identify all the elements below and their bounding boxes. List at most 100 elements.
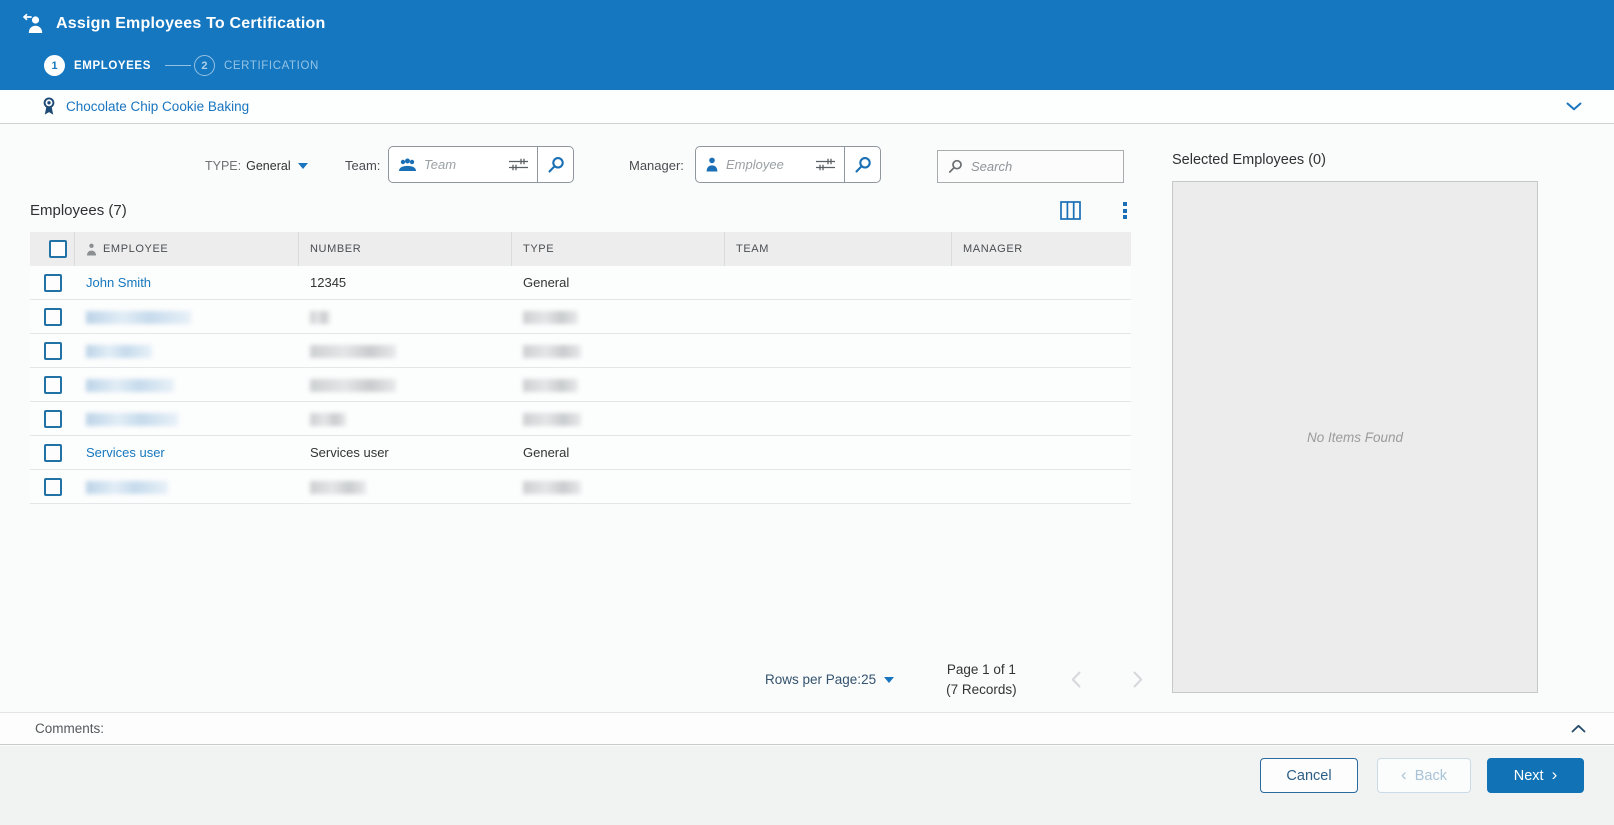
redacted-cell [310,311,330,325]
certification-bar: Chocolate Chip Cookie Baking [0,90,1614,124]
empty-state-text: No Items Found [1306,429,1404,445]
employees-count-title: Employees (7) [30,202,127,219]
employee-link[interactable]: John Smith [86,275,151,290]
caret-down-icon [297,163,308,169]
assign-person-icon [21,13,45,34]
cancel-button[interactable]: Cancel [1260,758,1358,793]
row-checkbox[interactable] [43,375,62,394]
filter-options-icon[interactable] [815,156,836,173]
table-row [30,402,1131,436]
title-bar: Assign Employees To Certification 1 EMPL… [0,0,1614,90]
step-1-circle: 1 [44,55,65,76]
pagination: Rows per Page:25 Page 1 of 1 (7 Records) [765,660,1153,699]
row-checkbox[interactable] [43,341,62,360]
selected-employees-panel: No Items Found [1172,181,1538,693]
search-icon [948,159,963,174]
row-checkbox[interactable] [43,273,62,292]
column-header-number[interactable]: NUMBER [299,232,512,266]
redacted-cell [310,379,396,393]
rows-per-page-label: Rows per Page: [765,672,862,688]
comments-label: Comments: [35,721,105,736]
number-cell: Services user [310,445,389,460]
redacted-cell [523,413,581,427]
employee-icon [705,157,719,172]
table-row [30,368,1131,402]
team-search-button[interactable] [537,147,573,182]
manager-input[interactable] [726,157,815,172]
ribbon-icon [41,97,57,116]
redacted-cell [310,413,346,427]
redacted-cell [310,345,396,359]
footer-bar: Cancel ‹ Back Next › [0,746,1614,825]
type-cell: General [523,445,570,460]
type-value: General [246,159,291,173]
table-row [30,300,1131,334]
step-connector [164,65,191,66]
certification-name[interactable]: Chocolate Chip Cookie Baking [66,99,249,114]
comments-bar: Comments: [0,712,1614,745]
table-row [30,334,1131,368]
select-all-checkbox[interactable] [48,240,67,258]
step-2-label: CERTIFICATION [223,59,319,72]
manager-picker [695,146,881,183]
next-page-icon[interactable] [1123,667,1153,692]
number-cell: 12345 [310,275,347,290]
row-checkbox[interactable] [43,477,62,496]
column-header-manager[interactable]: MANAGER [952,232,1131,266]
employee-table-body: John Smith 12345 General Services user S… [30,266,1131,504]
redacted-cell [86,311,191,325]
column-header-employee[interactable]: EMPLOYEE [103,243,168,255]
redacted-cell [523,481,581,495]
row-checkbox[interactable] [43,409,62,428]
back-button[interactable]: ‹ Back [1377,758,1471,793]
table-row: Services user Services user General [30,436,1131,470]
team-filter-label: Team: [345,158,381,173]
redacted-cell [86,345,152,359]
rows-per-page-dropdown[interactable]: Rows per Page:25 [765,672,895,688]
redacted-cell [523,311,578,325]
redacted-cell [523,345,581,359]
wizard-steps: 1 EMPLOYEES 2 CERTIFICATION [44,55,333,76]
column-header-type[interactable]: TYPE [512,232,725,266]
table-row [30,470,1131,504]
employee-link[interactable]: Services user [86,445,165,460]
row-checkbox[interactable] [43,443,62,462]
records-count: (7 Records) [946,681,1017,697]
selected-employees-title: Selected Employees (0) [1172,152,1326,168]
redacted-cell [86,481,168,495]
redacted-cell [86,379,174,393]
team-input[interactable] [424,157,508,172]
page-title: Assign Employees To Certification [56,14,326,32]
previous-page-icon[interactable] [1061,667,1091,692]
redacted-cell [310,481,366,495]
row-checkbox[interactable] [43,307,62,326]
employee-table: EMPLOYEE NUMBER TYPE TEAM MANAGER John S… [30,232,1131,504]
chevron-down-icon[interactable] [1560,98,1588,115]
table-row: John Smith 12345 General [30,266,1131,300]
manager-search-button[interactable] [844,147,880,182]
redacted-cell [86,413,178,427]
type-cell: General [523,275,570,290]
rows-per-page-value: 25 [861,672,877,688]
chevron-up-icon[interactable] [1565,720,1592,737]
manager-filter-label: Manager: [629,158,684,173]
kebab-menu-icon[interactable] [1119,200,1131,221]
page-indicator: Page 1 of 1 [946,662,1016,677]
type-dropdown[interactable]: TYPE: General [205,159,308,173]
search-input[interactable] [971,159,1149,174]
chevron-left-icon: ‹ [1401,765,1407,784]
team-picker [388,146,574,183]
search-box [937,150,1149,183]
chevron-right-icon: › [1551,765,1558,784]
next-button[interactable]: Next › [1487,758,1584,793]
filter-options-icon[interactable] [508,156,529,173]
caret-down-icon [884,676,895,683]
redacted-cell [523,379,578,393]
columns-icon[interactable] [1060,201,1081,220]
step-1-label: EMPLOYEES [74,59,151,72]
step-2-circle: 2 [193,55,215,76]
type-label: TYPE: [205,159,242,173]
table-header: EMPLOYEE NUMBER TYPE TEAM MANAGER [30,232,1131,266]
column-header-team[interactable]: TEAM [725,232,952,266]
person-column-icon [86,243,97,256]
